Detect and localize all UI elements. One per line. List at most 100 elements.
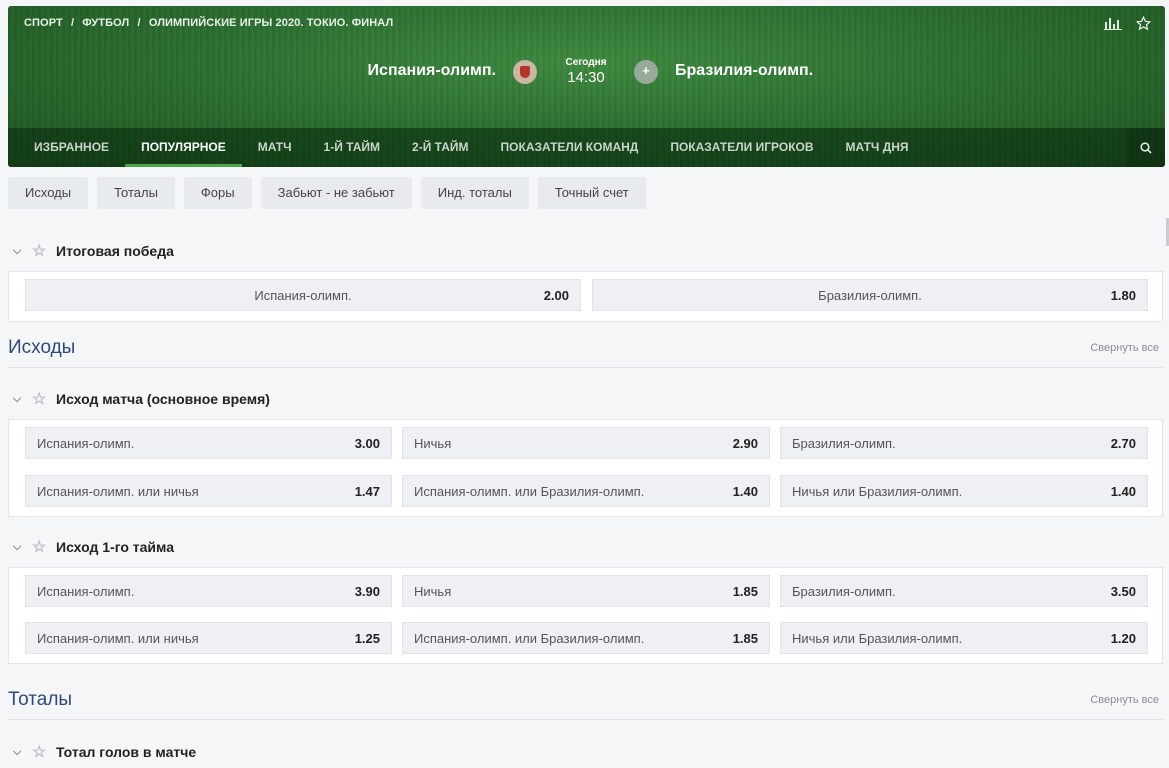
match-time: Сегодня 14:30 bbox=[558, 57, 614, 86]
star-icon[interactable]: ☆ bbox=[32, 241, 50, 261]
odds-label: Ничья bbox=[414, 584, 452, 599]
odds-button[interactable]: Ничья или Бразилия-олимп. 1.40 bbox=[780, 475, 1148, 507]
odds-label: Бразилия-олимп. bbox=[792, 436, 896, 451]
collapse-all-link[interactable]: Свернуть все bbox=[1090, 694, 1159, 706]
search-icon bbox=[1140, 142, 1152, 154]
odds-button[interactable]: Испания-олимп. или Бразилия-олимп. 1.85 bbox=[402, 622, 770, 654]
section-title: Исходы bbox=[8, 337, 76, 358]
match-day: Сегодня bbox=[565, 57, 607, 68]
odds-value: 1.80 bbox=[1110, 288, 1136, 303]
breadcrumb-tournament[interactable]: ОЛИМПИЙСКИЕ ИГРЫ 2020. ТОКИО. ФИНАЛ bbox=[149, 17, 393, 29]
tab-match-of-day[interactable]: МАТЧ ДНЯ bbox=[830, 128, 925, 167]
odds-label: Испания-олимп. bbox=[37, 584, 135, 599]
breadcrumb-separator: / bbox=[70, 17, 75, 29]
odds-button[interactable]: Испания-олимп. 3.90 bbox=[25, 575, 392, 607]
breadcrumb-separator: / bbox=[137, 17, 141, 29]
chip-totals[interactable]: Тоталы bbox=[97, 177, 175, 209]
star-icon[interactable]: ☆ bbox=[32, 389, 50, 409]
star-icon[interactable]: ☆ bbox=[32, 537, 50, 557]
breadcrumb-football[interactable]: ФУТБОЛ bbox=[82, 17, 129, 29]
odds-value: 1.20 bbox=[1110, 631, 1136, 646]
odds-value: 3.00 bbox=[354, 436, 380, 451]
odds-label: Испания-олимп. или Бразилия-олимп. bbox=[414, 631, 645, 646]
odds-button[interactable]: Испания-олимп. 3.00 bbox=[25, 427, 392, 459]
odds-label: Испания-олимп. или Бразилия-олимп. bbox=[414, 484, 645, 499]
odds-button[interactable]: Бразилия-олимп. 2.70 bbox=[780, 427, 1148, 459]
market-header-final-win[interactable]: ⌵ ☆ Итоговая победа bbox=[8, 241, 174, 261]
market-title: Тотал голов в матче bbox=[56, 744, 197, 760]
odds-label: Бразилия-олимп. bbox=[792, 584, 896, 599]
market-header-total-goals[interactable]: ⌵ ☆ Тотал голов в матче bbox=[8, 742, 196, 762]
market-title: Итоговая победа bbox=[56, 243, 174, 259]
chip-outcomes[interactable]: Исходы bbox=[8, 177, 89, 209]
odds-label: Испания-олимп. bbox=[37, 436, 135, 451]
chevron-down-icon[interactable]: ⌵ bbox=[8, 393, 26, 406]
stats-icon[interactable] bbox=[1104, 16, 1122, 31]
odds-button[interactable]: Испания-олимп. или Бразилия-олимп. 1.40 bbox=[402, 475, 770, 507]
odds-button[interactable]: Бразилия-олимп. 1.80 bbox=[592, 279, 1148, 311]
odds-label: Бразилия-олимп. bbox=[818, 288, 922, 303]
odds-value: 1.40 bbox=[732, 484, 758, 499]
odds-label: Ничья bbox=[414, 436, 452, 451]
market-card-match-result: Испания-олимп. 3.00 Ничья 2.90 Бразилия-… bbox=[8, 419, 1163, 517]
market-card-final-win: Испания-олимп. 2.00 Бразилия-олимп. 1.80 bbox=[8, 271, 1163, 322]
odds-value: 2.00 bbox=[543, 288, 569, 303]
section-totals: Тоталы Свернуть все bbox=[8, 689, 1163, 720]
odds-button[interactable]: Испания-олимп. или ничья 1.47 bbox=[25, 475, 392, 507]
collapse-all-link[interactable]: Свернуть все bbox=[1090, 342, 1159, 354]
market-tabs: ИЗБРАННОЕ ПОПУЛЯРНОЕ МАТЧ 1-Й ТАЙМ 2-Й Т… bbox=[8, 128, 1165, 167]
odds-value: 3.90 bbox=[354, 584, 380, 599]
market-filter-chips: Исходы Тоталы Форы Забьют - не забьют Ин… bbox=[8, 177, 646, 209]
market-header-match-result[interactable]: ⌵ ☆ Исход матча (основное время) bbox=[8, 389, 270, 409]
tab-player-stats[interactable]: ПОКАЗАТЕЛИ ИГРОКОВ bbox=[654, 128, 829, 167]
tab-match[interactable]: МАТЧ bbox=[242, 128, 308, 167]
market-title: Исход 1-го тайма bbox=[56, 539, 174, 555]
odds-value: 2.90 bbox=[732, 436, 758, 451]
section-title: Тоталы bbox=[8, 689, 73, 710]
favorite-star-icon[interactable] bbox=[1136, 16, 1151, 31]
tab-first-half[interactable]: 1-Й ТАЙМ bbox=[308, 128, 397, 167]
odds-label: Испания-олимп. или ничья bbox=[37, 631, 199, 646]
odds-button[interactable]: Ничья 2.90 bbox=[402, 427, 770, 459]
breadcrumb-sport[interactable]: СПОРТ bbox=[24, 17, 63, 29]
chip-both-score[interactable]: Забьют - не забьют bbox=[260, 177, 412, 209]
odds-value: 1.40 bbox=[1110, 484, 1136, 499]
tab-second-half[interactable]: 2-Й ТАЙМ bbox=[396, 128, 485, 167]
odds-value: 3.50 bbox=[1110, 584, 1136, 599]
chevron-down-icon[interactable]: ⌵ bbox=[8, 541, 26, 554]
tab-popular[interactable]: ПОПУЛЯРНОЕ bbox=[125, 128, 242, 167]
market-title: Исход матча (основное время) bbox=[56, 391, 270, 407]
odds-value: 1.85 bbox=[732, 584, 758, 599]
odds-value: 1.25 bbox=[354, 631, 380, 646]
breadcrumb: СПОРТ / ФУТБОЛ / ОЛИМПИЙСКИЕ ИГРЫ 2020. … bbox=[24, 17, 398, 29]
odds-value: 1.47 bbox=[354, 484, 380, 499]
away-team-logo bbox=[634, 60, 658, 84]
tab-favorites[interactable]: ИЗБРАННОЕ bbox=[8, 128, 125, 167]
odds-button[interactable]: Ничья 1.85 bbox=[402, 575, 770, 607]
match-start-time: 14:30 bbox=[567, 69, 605, 86]
search-button[interactable] bbox=[1127, 128, 1165, 167]
match-header: СПОРТ / ФУТБОЛ / ОЛИМПИЙСКИЕ ИГРЫ 2020. … bbox=[8, 6, 1165, 167]
chip-individual-totals[interactable]: Инд. тоталы bbox=[420, 177, 529, 209]
odds-button[interactable]: Ничья или Бразилия-олимп. 1.20 bbox=[780, 622, 1148, 654]
odds-button[interactable]: Испания-олимп. 2.00 bbox=[25, 279, 581, 311]
odds-button[interactable]: Испания-олимп. или ничья 1.25 bbox=[25, 622, 392, 654]
market-header-first-half[interactable]: ⌵ ☆ Исход 1-го тайма bbox=[8, 537, 174, 557]
odds-label: Ничья или Бразилия-олимп. bbox=[792, 631, 963, 646]
chevron-down-icon[interactable]: ⌵ bbox=[8, 245, 26, 258]
odds-label: Испания-олимп. или ничья bbox=[37, 484, 199, 499]
chevron-down-icon[interactable]: ⌵ bbox=[8, 746, 26, 759]
odds-value: 1.85 bbox=[732, 631, 758, 646]
odds-button[interactable]: Бразилия-олимп. 3.50 bbox=[780, 575, 1148, 607]
odds-label: Испания-олимп. bbox=[254, 288, 352, 303]
chip-handicaps[interactable]: Форы bbox=[183, 177, 252, 209]
home-team-logo bbox=[513, 60, 537, 84]
star-icon[interactable]: ☆ bbox=[32, 742, 50, 762]
away-team-name[interactable]: Бразилия-олимп. bbox=[675, 62, 813, 80]
home-team-name[interactable]: Испания-олимп. bbox=[368, 62, 496, 80]
odds-value: 2.70 bbox=[1110, 436, 1136, 451]
section-outcomes: Исходы Свернуть все bbox=[8, 337, 1163, 368]
market-card-first-half: Испания-олимп. 3.90 Ничья 1.85 Бразилия-… bbox=[8, 567, 1163, 664]
tab-team-stats[interactable]: ПОКАЗАТЕЛИ КОМАНД bbox=[485, 128, 655, 167]
chip-exact-score[interactable]: Точный счет bbox=[537, 177, 646, 209]
